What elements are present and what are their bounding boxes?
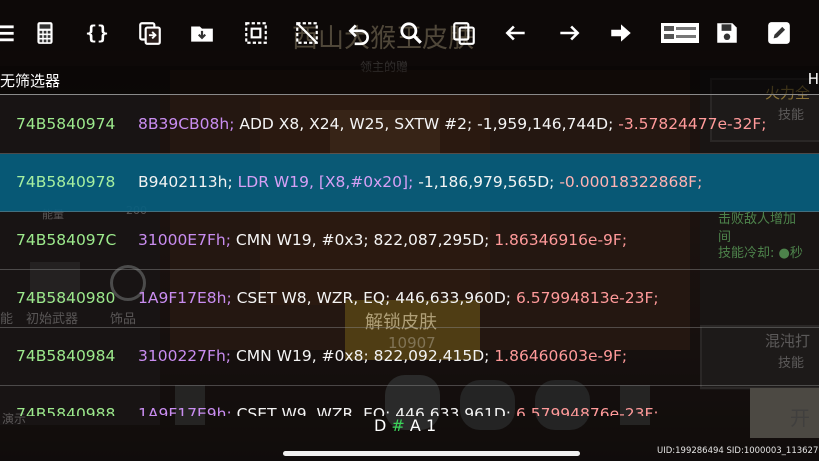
row-instruction: ADD X8, X24, W25, SXTW #2; bbox=[239, 115, 473, 133]
row-hex: 1A9F17E8h; bbox=[138, 289, 232, 307]
row-float: 6.57994876e-23F; bbox=[515, 405, 659, 416]
row-float: 6.57994813e-23F; bbox=[515, 289, 659, 307]
uid-text: UID:199286494 SID:1000003_113627 bbox=[657, 446, 819, 456]
menu-icon[interactable] bbox=[0, 14, 20, 52]
copy-icon[interactable] bbox=[135, 14, 165, 52]
edit-icon[interactable] bbox=[764, 14, 794, 52]
row-address: 74B5840988 bbox=[16, 405, 116, 416]
row-instruction: LDR W19, [X8,#0x20]; bbox=[237, 173, 414, 191]
row-decimal: -1,959,146,744D; bbox=[477, 115, 614, 133]
list-row[interactable]: 74B584097C 31000E7Fh; CMN W19, #0x3; 822… bbox=[0, 212, 819, 270]
undo-icon[interactable] bbox=[344, 14, 374, 52]
row-float: 1.86460603e-9F; bbox=[494, 347, 628, 365]
input-suffix: A 1 bbox=[409, 416, 437, 435]
row-address: 74B5840974 bbox=[16, 115, 116, 133]
row-code: 31000E7Fh; CMN W19, #0x3; 822,087,295D; … bbox=[138, 231, 627, 249]
folder-download-icon[interactable] bbox=[187, 14, 217, 52]
row-address: 74B5840978 bbox=[16, 173, 116, 191]
row-address: 74B584097C bbox=[16, 231, 117, 249]
row-instruction: CMN W19, #0x8; bbox=[235, 347, 369, 365]
arrow-right-solid-icon[interactable] bbox=[606, 14, 636, 52]
row-code: B9402113h; LDR W19, [X8,#0x20]; -1,186,9… bbox=[138, 173, 702, 191]
arrow-right-icon[interactable] bbox=[554, 14, 584, 52]
row-instruction: CMN W19, #0x3; bbox=[235, 231, 369, 249]
list-row[interactable]: 74B5840974 8B39CB08h; ADD X8, X24, W25, … bbox=[0, 96, 819, 154]
filter-right-label: H bbox=[807, 70, 819, 88]
save-icon[interactable] bbox=[712, 14, 742, 52]
row-float: 1.86346916e-9F; bbox=[494, 231, 628, 249]
input-hash: # bbox=[391, 416, 405, 435]
home-indicator[interactable] bbox=[283, 451, 580, 456]
row-decimal: 446,633,961D; bbox=[395, 405, 511, 416]
toolbar: {} bbox=[0, 0, 819, 66]
deselect-icon[interactable] bbox=[292, 14, 322, 52]
row-instruction: CSET W9, WZR, EQ; bbox=[236, 405, 391, 416]
row-decimal: 446,633,960D; bbox=[395, 289, 511, 307]
row-decimal: -1,186,979,565D; bbox=[418, 173, 555, 191]
filter-label[interactable]: 无筛选器 bbox=[0, 70, 60, 91]
input-prefix: D bbox=[374, 416, 387, 435]
list-row[interactable]: 74B5840984 3100227Fh; CMN W19, #0x8; 822… bbox=[0, 328, 819, 386]
row-code: 8B39CB08h; ADD X8, X24, W25, SXTW #2; -1… bbox=[138, 115, 767, 133]
row-hex: B9402113h; bbox=[138, 173, 233, 191]
row-address: 74B5840984 bbox=[16, 347, 116, 365]
row-hex: 31000E7Fh; bbox=[138, 231, 231, 249]
row-code: 1A9F17E8h; CSET W8, WZR, EQ; 446,633,960… bbox=[138, 289, 659, 307]
braces-icon[interactable]: {} bbox=[82, 14, 112, 52]
calculator-icon[interactable] bbox=[30, 14, 60, 52]
disassembly-list: 74B5840974 8B39CB08h; ADD X8, X24, W25, … bbox=[0, 96, 819, 416]
row-float: -3.57824477e-32F; bbox=[618, 115, 767, 133]
row-hex: 3100227Fh; bbox=[138, 347, 231, 365]
row-code: 3100227Fh; CMN W19, #0x8; 822,092,415D; … bbox=[138, 347, 627, 365]
item-list-icon[interactable] bbox=[660, 14, 700, 52]
select-icon[interactable] bbox=[241, 14, 271, 52]
search-icon[interactable] bbox=[396, 14, 426, 52]
row-instruction: CSET W8, WZR, EQ; bbox=[236, 289, 391, 307]
row-decimal: 822,087,295D; bbox=[373, 231, 490, 249]
list-row[interactable]: 74B5840980 1A9F17E8h; CSET W8, WZR, EQ; … bbox=[0, 270, 819, 328]
filter-bar[interactable]: 无筛选器 H bbox=[0, 66, 819, 95]
row-code: 1A9F17E9h; CSET W9, WZR, EQ; 446,633,961… bbox=[138, 405, 659, 416]
row-decimal: 822,092,415D; bbox=[373, 347, 490, 365]
list-row[interactable]: 74B5840988 1A9F17E9h; CSET W9, WZR, EQ; … bbox=[0, 386, 819, 416]
row-hex: 1A9F17E9h; bbox=[138, 405, 232, 416]
list-row-selected[interactable]: 74B5840978 B9402113h; LDR W19, [X8,#0x20… bbox=[0, 154, 819, 212]
row-address: 74B5840980 bbox=[16, 289, 116, 307]
goto-input[interactable]: D # A 1 bbox=[374, 416, 436, 435]
arrow-left-icon[interactable] bbox=[501, 14, 531, 52]
paste-icon[interactable] bbox=[449, 14, 479, 52]
row-float: -0.00018322868F; bbox=[559, 173, 703, 191]
svg-text:{}: {} bbox=[85, 22, 108, 45]
row-hex: 8B39CB08h; bbox=[138, 115, 235, 133]
